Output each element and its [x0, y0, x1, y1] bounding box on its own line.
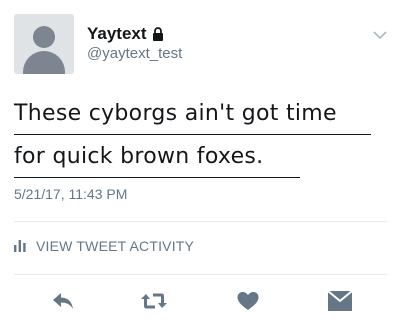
direct-message-icon [327, 290, 353, 311]
chevron-down-icon[interactable] [373, 31, 387, 40]
divider [14, 274, 387, 275]
direct-message-button[interactable] [326, 289, 354, 313]
tweet-text-line-1: These cyborgs ain't got time [14, 94, 371, 135]
user-handle[interactable]: @yaytext_test [87, 45, 182, 62]
retweet-icon [141, 293, 167, 309]
tweet-timestamp: 5/21/17, 11:43 PM [14, 186, 128, 202]
avatar-body-shape [23, 51, 65, 74]
reply-button[interactable] [49, 289, 77, 313]
view-tweet-activity-label: VIEW TWEET ACTIVITY [36, 238, 195, 254]
retweet-button[interactable] [140, 289, 168, 313]
name-row: Yaytext [87, 24, 164, 44]
lock-icon [152, 27, 163, 41]
view-tweet-activity-link[interactable]: VIEW TWEET ACTIVITY [14, 238, 194, 254]
bar-chart-icon [14, 240, 26, 252]
display-name[interactable]: Yaytext [87, 24, 147, 44]
divider [14, 221, 387, 222]
avatar[interactable] [14, 14, 74, 74]
like-button[interactable] [234, 289, 262, 313]
avatar-head-shape [33, 26, 55, 48]
tweet-card: Yaytext @yaytext_test These cyborgs ain'… [0, 0, 401, 328]
reply-icon [53, 293, 73, 309]
heart-icon [237, 292, 259, 310]
tweet-text-line-2: for quick brown foxes. [14, 137, 300, 178]
tweet-text: These cyborgs ain't got time for quick b… [14, 94, 384, 180]
action-bar [0, 286, 401, 316]
